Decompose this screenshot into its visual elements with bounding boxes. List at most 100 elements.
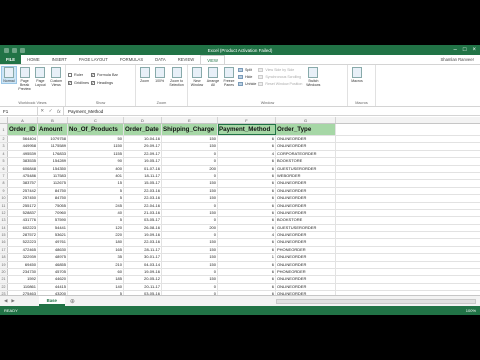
table-cell[interactable]: 44620	[38, 276, 68, 283]
table-cell[interactable]: 0	[162, 158, 218, 165]
new-window-button[interactable]: New Window	[190, 67, 204, 87]
table-cell[interactable]: 150	[162, 239, 218, 246]
table-cell[interactable]: 6	[218, 209, 276, 217]
table-cell[interactable]: 6	[218, 165, 276, 172]
table-cell[interactable]: 6	[218, 276, 276, 283]
view-side-by-side-button[interactable]: View Side by Side	[258, 67, 302, 73]
header-cell[interactable]: Order_Type	[276, 124, 336, 135]
table-cell[interactable]: 0	[162, 172, 218, 180]
table-cell[interactable]: ONLINEORDER	[276, 202, 336, 209]
table-cell[interactable]: 234730	[8, 269, 38, 276]
table-cell[interactable]: BOOKSTORE	[276, 217, 336, 224]
table-cell[interactable]: ONLINEORDER	[276, 261, 336, 269]
freeze-panes-button[interactable]: Freeze Panes	[222, 67, 236, 87]
table-cell[interactable]: 6	[218, 143, 276, 150]
row-number[interactable]: 22	[0, 283, 8, 291]
table-cell[interactable]: 22-03-16	[124, 195, 162, 202]
table-cell[interactable]: ONLINEORDER	[276, 187, 336, 195]
row-number[interactable]: 18	[0, 254, 8, 261]
table-cell[interactable]: 20-11-17	[124, 283, 162, 291]
row-number[interactable]: 11	[0, 202, 8, 209]
table-cell[interactable]: 176833	[38, 150, 68, 158]
zoom-100-button[interactable]: 100%	[153, 67, 166, 83]
tab-formulas[interactable]: FORMULAS	[114, 55, 149, 64]
table-cell[interactable]: 245	[68, 202, 124, 209]
table-cell[interactable]: 150	[162, 143, 218, 150]
table-cell[interactable]: 04-03-14	[124, 261, 162, 269]
table-cell[interactable]: 0	[162, 269, 218, 276]
table-cell[interactable]: 19-09-16	[124, 232, 162, 239]
next-sheet-icon[interactable]: ▶	[11, 298, 14, 304]
synchronous-scrolling-button[interactable]: Synchronous Scrolling	[258, 74, 302, 80]
table-cell[interactable]: 22-09-17	[124, 150, 162, 158]
table-cell[interactable]: PHONEORDER	[276, 269, 336, 276]
table-cell[interactable]: 6	[218, 158, 276, 165]
table-cell[interactable]: 29-09-17	[124, 143, 162, 150]
table-cell[interactable]: 21-03-16	[124, 209, 162, 217]
table-cell[interactable]: 6	[218, 246, 276, 254]
table-cell[interactable]: BOOKSTORE	[276, 158, 336, 165]
select-all-corner[interactable]	[0, 117, 8, 123]
table-cell[interactable]: 4	[218, 150, 276, 158]
table-cell[interactable]: 15	[68, 180, 124, 187]
table-cell[interactable]: 255172	[8, 202, 38, 209]
table-cell[interactable]: 6	[218, 283, 276, 291]
macros-button[interactable]: Macros	[350, 67, 364, 83]
table-cell[interactable]: ONLINEORDER	[276, 195, 336, 202]
table-cell[interactable]: 150	[162, 246, 218, 254]
table-cell[interactable]: ONLINEORDER	[276, 180, 336, 187]
table-cell[interactable]: 383757	[8, 180, 38, 187]
table-cell[interactable]: 1592	[8, 276, 38, 283]
table-cell[interactable]: 28-11-17	[124, 246, 162, 254]
table-cell[interactable]: 150	[162, 195, 218, 202]
table-cell[interactable]: 6	[218, 239, 276, 246]
column-header[interactable]: E	[162, 117, 218, 123]
table-cell[interactable]: 03-05-17	[124, 217, 162, 224]
tab-data[interactable]: DATA	[149, 55, 172, 64]
table-cell[interactable]: 0	[162, 150, 218, 158]
header-cell[interactable]: Amount	[38, 124, 68, 135]
row-number[interactable]: 9	[0, 187, 8, 195]
normal-view-button[interactable]: Normal	[1, 66, 17, 84]
table-cell[interactable]: 22-04-16	[124, 202, 162, 209]
tab-home[interactable]: HOME	[21, 55, 46, 64]
table-cell[interactable]: 01-07-16	[124, 165, 162, 172]
page-break-preview-button[interactable]: Page Break Preview	[18, 67, 32, 91]
table-cell[interactable]: 495539	[8, 150, 38, 158]
row-number[interactable]: 12	[0, 209, 8, 217]
add-sheet-icon[interactable]: ⊕	[70, 298, 75, 305]
table-cell[interactable]: 154350	[38, 165, 68, 172]
row-number[interactable]: 16	[0, 239, 8, 246]
table-cell[interactable]: 4	[218, 232, 276, 239]
column-header[interactable]: F	[218, 117, 276, 123]
table-cell[interactable]: 6	[218, 136, 276, 143]
row-number[interactable]: 10	[0, 195, 8, 202]
table-cell[interactable]: 150	[162, 187, 218, 195]
table-cell[interactable]: 6	[218, 187, 276, 195]
zoom-to-selection-button[interactable]: Zoom to Selection	[168, 67, 185, 87]
table-cell[interactable]: 150	[162, 276, 218, 283]
tab-view[interactable]: VIEW	[200, 55, 225, 64]
table-cell[interactable]: 180	[68, 239, 124, 246]
formula-bar-checkbox[interactable]: ✓ Formula Bar	[90, 71, 118, 78]
table-cell[interactable]: 150	[162, 136, 218, 143]
table-cell[interactable]: 564404	[8, 136, 38, 143]
row-number[interactable]: 21	[0, 276, 8, 283]
table-cell[interactable]: 90	[68, 158, 124, 165]
table-cell[interactable]: 60	[68, 269, 124, 276]
header-cell[interactable]: Order_ID	[8, 124, 38, 135]
header-cell[interactable]: Order_Date	[124, 124, 162, 135]
table-cell[interactable]: 6	[218, 195, 276, 202]
unhide-button[interactable]: Unhide	[238, 81, 256, 87]
zoom-level[interactable]: 100%	[466, 308, 476, 313]
table-cell[interactable]: 150	[162, 180, 218, 187]
table-cell[interactable]: 472465	[8, 246, 38, 254]
table-cell[interactable]: 6	[218, 261, 276, 269]
custom-views-button[interactable]: Custom Views	[49, 67, 63, 87]
table-cell[interactable]: ONLINEORDER	[276, 143, 336, 150]
table-cell[interactable]: 110861	[8, 283, 38, 291]
table-cell[interactable]: 53621	[38, 232, 68, 239]
table-cell[interactable]: ONLINEORDER	[276, 283, 336, 291]
table-cell[interactable]: 46855	[38, 261, 68, 269]
table-cell[interactable]: ONLINEORDER	[276, 254, 336, 261]
